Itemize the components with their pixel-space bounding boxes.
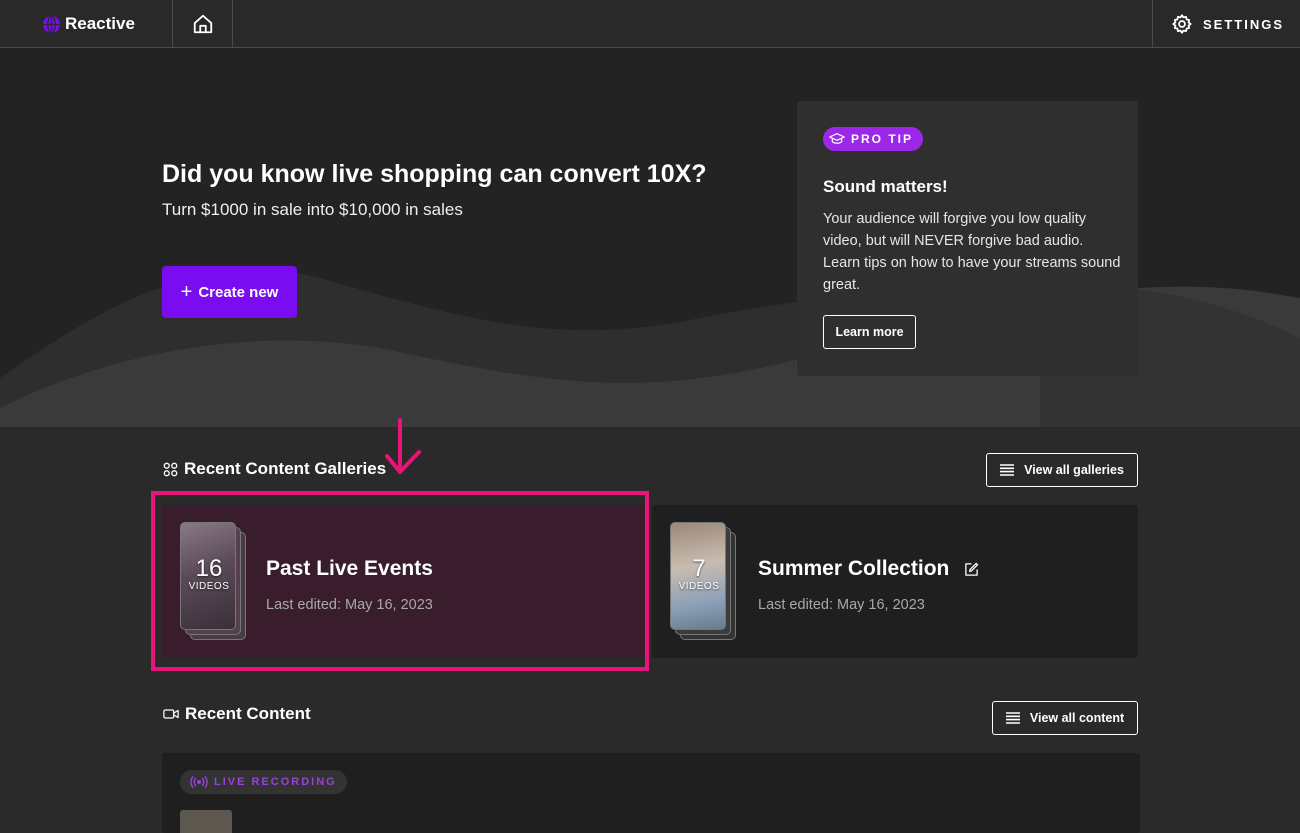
home-button[interactable] bbox=[173, 0, 233, 48]
edit-icon[interactable] bbox=[964, 562, 979, 577]
gallery-card[interactable]: 7 VIDEOS Summer Collection Last edited: … bbox=[652, 505, 1138, 658]
home-icon bbox=[193, 14, 212, 34]
pro-tip-card: PRO TIP Sound matters! Your audience wil… bbox=[797, 101, 1138, 376]
recent-content-section-header: Recent Content bbox=[163, 704, 311, 724]
brand-logo-icon bbox=[42, 14, 61, 34]
create-new-button[interactable]: + Create new bbox=[162, 266, 297, 318]
settings-button[interactable]: SETTINGS bbox=[1152, 0, 1300, 48]
galleries-section-header: Recent Content Galleries bbox=[163, 459, 386, 479]
view-all-content-button[interactable]: View all content bbox=[992, 701, 1138, 735]
thumbnail-image: 16 VIDEOS bbox=[180, 522, 236, 630]
create-new-label: Create new bbox=[198, 283, 279, 301]
live-recording-label: LIVE RECORDING bbox=[214, 776, 337, 788]
thumbnail-image: 7 VIDEOS bbox=[670, 522, 726, 630]
video-count: 7 VIDEOS bbox=[678, 555, 720, 593]
gallery-thumbnail-stack: 7 VIDEOS bbox=[670, 522, 738, 642]
live-recording-badge: LIVE RECORDING bbox=[180, 770, 347, 794]
list-icon bbox=[1005, 712, 1020, 724]
graduation-cap-icon bbox=[829, 133, 845, 144]
hero-subtitle: Turn $1000 in sale into $10,000 in sales bbox=[162, 200, 463, 219]
arrow-down-icon bbox=[385, 418, 421, 474]
gallery-name: Past Live Events bbox=[266, 557, 433, 580]
broadcast-icon bbox=[190, 776, 208, 788]
gallery-thumbnail-stack: 16 VIDEOS bbox=[180, 522, 248, 642]
gallery-last-edited: Last edited: May 16, 2023 bbox=[758, 597, 925, 613]
pro-tip-badge-label: PRO TIP bbox=[851, 132, 914, 146]
pro-tip-body: Your audience will forgive you low quali… bbox=[823, 211, 1121, 293]
brand-name: Reactive bbox=[65, 14, 135, 33]
gear-icon bbox=[1172, 14, 1192, 34]
gallery-card[interactable]: 16 VIDEOS Past Live Events Last edited: … bbox=[162, 505, 646, 658]
learn-more-button[interactable]: Learn more bbox=[823, 315, 916, 349]
video-count: 16 VIDEOS bbox=[188, 555, 230, 593]
view-all-content-label: View all content bbox=[1029, 711, 1125, 725]
grid-icon bbox=[163, 462, 178, 476]
galleries-section-title: Recent Content Galleries bbox=[184, 459, 387, 478]
view-all-galleries-button[interactable]: View all galleries bbox=[986, 453, 1138, 487]
hero-title: Did you know live shopping can convert 1… bbox=[162, 160, 707, 188]
gallery-name: Summer Collection bbox=[758, 557, 950, 580]
settings-label: SETTINGS bbox=[1203, 16, 1285, 32]
brand[interactable]: Reactive bbox=[0, 0, 173, 48]
video-camera-icon bbox=[163, 709, 179, 719]
content-card[interactable]: LIVE RECORDING bbox=[162, 753, 1140, 833]
hero-banner: Did you know live shopping can convert 1… bbox=[0, 48, 1300, 427]
pro-tip-title: Sound matters! bbox=[823, 177, 948, 196]
pro-tip-badge: PRO TIP bbox=[823, 127, 924, 151]
list-icon bbox=[1000, 464, 1015, 476]
recent-content-section-title: Recent Content bbox=[185, 704, 311, 723]
content-thumbnail bbox=[180, 810, 232, 833]
view-all-galleries-label: View all galleries bbox=[1024, 463, 1124, 477]
gallery-last-edited: Last edited: May 16, 2023 bbox=[266, 597, 433, 613]
top-bar: Reactive SETTINGS bbox=[0, 0, 1300, 48]
plus-icon: + bbox=[180, 280, 193, 303]
